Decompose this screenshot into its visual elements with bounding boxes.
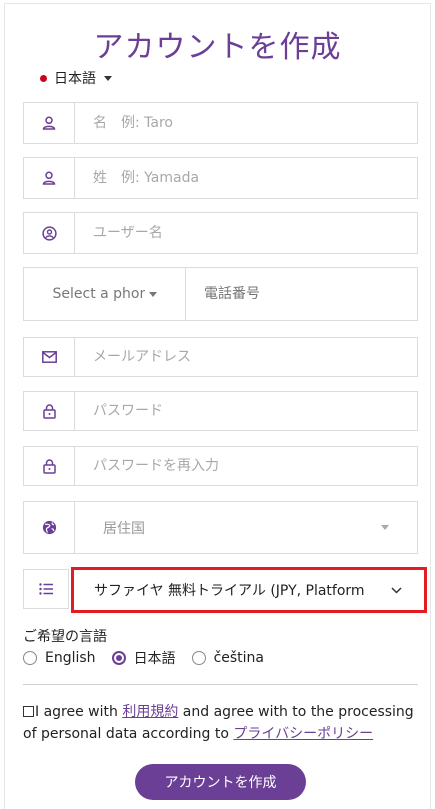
japan-flag-icon: [40, 74, 47, 82]
password-confirm-input[interactable]: [75, 447, 417, 485]
user-icon: [24, 103, 75, 143]
radio-button[interactable]: [191, 651, 206, 665]
preferred-language-label: ご希望の言語: [23, 629, 107, 645]
phone-number-input[interactable]: [185, 267, 418, 321]
radio-english[interactable]: English: [23, 650, 96, 666]
globe-icon: [24, 502, 75, 553]
phone-code-select[interactable]: Select a phone: [23, 267, 186, 321]
language-dropdown-label: 日本語: [54, 71, 96, 87]
agreement-text-1: I agree with: [35, 704, 123, 720]
plan-select[interactable]: サファイヤ 無料トライアル (JPY, Platform: [71, 567, 427, 613]
radio-label: English: [45, 650, 96, 666]
caret-down-icon: [381, 525, 389, 530]
email-input[interactable]: [75, 338, 417, 376]
last-name-input[interactable]: [75, 158, 417, 198]
username-field: [23, 212, 418, 254]
first-name-input[interactable]: [75, 103, 417, 143]
phone-code-label: Select a phone: [52, 286, 145, 302]
agree-checkbox[interactable]: [23, 706, 34, 717]
first-name-field: [23, 102, 418, 144]
envelope-icon: [24, 338, 75, 376]
country-field: 居住国: [23, 501, 418, 554]
password-confirm-field: [23, 446, 418, 486]
page-title: アカウントを作成: [93, 30, 342, 65]
language-dropdown[interactable]: 日本語: [40, 68, 112, 88]
radio-japanese[interactable]: 日本語: [111, 648, 176, 668]
password-input[interactable]: [75, 392, 417, 430]
radio-label: 日本語: [133, 651, 176, 667]
user-circle-icon: [24, 213, 75, 253]
country-select-placeholder: 居住国: [103, 520, 145, 537]
privacy-policy-link[interactable]: プライバシーポリシー: [233, 726, 373, 742]
phone-row: Select a phone: [23, 267, 418, 321]
lock-icon: [24, 447, 75, 485]
country-select[interactable]: 居住国: [75, 502, 417, 553]
radio-button[interactable]: [23, 651, 37, 665]
preferred-language-radios: English 日本語 čeština: [23, 648, 280, 668]
caret-down-icon: [148, 291, 157, 297]
user-icon: [24, 158, 75, 198]
agreement-text: I agree with 利用規約 and agree with to the …: [23, 701, 418, 745]
radio-button[interactable]: [111, 651, 126, 665]
lock-icon: [24, 392, 75, 430]
last-name-field: [23, 157, 418, 199]
divider: [23, 684, 418, 685]
plan-select-value: サファイヤ 無料トライアル (JPY, Platform: [94, 583, 365, 599]
radio-czech[interactable]: čeština: [191, 650, 264, 666]
password-field: [23, 391, 418, 431]
caret-down-icon: [104, 75, 112, 81]
email-field: [23, 337, 418, 377]
terms-link[interactable]: 利用規約: [122, 704, 178, 720]
chevron-down-icon: [391, 586, 402, 594]
create-account-button[interactable]: アカウントを作成: [135, 764, 306, 800]
radio-label: čeština: [213, 650, 264, 666]
username-input[interactable]: [75, 213, 417, 253]
list-icon: [23, 569, 69, 609]
